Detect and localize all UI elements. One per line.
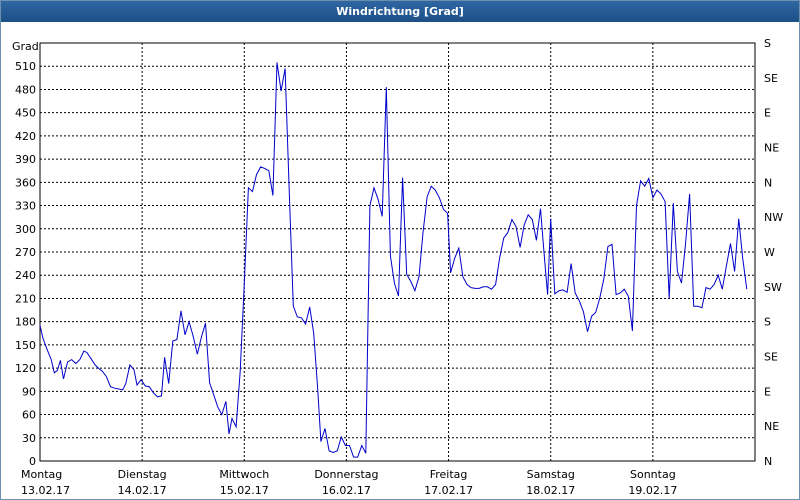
y2-axis-ticks: N NE E SE S SW W NW N NE E SE S bbox=[764, 37, 783, 468]
y-tick-label: 330 bbox=[15, 200, 36, 213]
y-tick-label: 180 bbox=[15, 316, 36, 329]
x-tick-date: 16.02.17 bbox=[322, 484, 371, 497]
y2-tick-label: SE bbox=[764, 72, 778, 85]
x-tick-day: Freitag bbox=[430, 468, 468, 481]
y2-tick-label: E bbox=[764, 107, 771, 120]
y2-tick-label: E bbox=[764, 385, 771, 398]
y-tick-label: 120 bbox=[15, 362, 36, 375]
y2-tick-label: SE bbox=[764, 351, 778, 364]
y-tick-label: 510 bbox=[15, 60, 36, 73]
y2-tick-label: SW bbox=[764, 281, 782, 294]
x-tick-date: 19.02.17 bbox=[628, 484, 677, 497]
x-tick-date: 13.02.17 bbox=[21, 484, 70, 497]
x-axis-ticks: Montag 13.02.17 Dienstag 14.02.17 Mittwoch 15… bbox=[21, 468, 677, 497]
y2-tick-label: NE bbox=[764, 142, 779, 155]
x-tick-date: 14.02.17 bbox=[118, 484, 167, 497]
x-tick-day: Dienstag bbox=[118, 468, 167, 481]
y2-tick-label: N bbox=[764, 176, 772, 189]
x-tick-day: Mittwoch bbox=[219, 468, 269, 481]
y2-tick-label: NW bbox=[764, 211, 783, 224]
y-axis-label: Grad bbox=[12, 40, 39, 53]
y-tick-label: 480 bbox=[15, 83, 36, 96]
x-tick-day: Donnerstag bbox=[314, 468, 378, 481]
y2-tick-label: NE bbox=[764, 420, 779, 433]
y2-tick-label: S bbox=[764, 37, 771, 50]
y-tick-label: 240 bbox=[15, 269, 36, 282]
x-tick-date: 17.02.17 bbox=[424, 484, 473, 497]
y-tick-label: 300 bbox=[15, 223, 36, 236]
y-tick-label: 150 bbox=[15, 339, 36, 352]
y-tick-label: 90 bbox=[22, 385, 36, 398]
x-tick-day: Montag bbox=[21, 468, 62, 481]
y-tick-label: 30 bbox=[22, 432, 36, 445]
line-chart: Grad 0 30 60 90 120 150 180 210 240 270 300 330 360 3… bbox=[12, 37, 783, 497]
x-tick-day: Samstag bbox=[527, 468, 575, 481]
y2-tick-label: W bbox=[764, 246, 775, 259]
y-tick-label: 390 bbox=[15, 153, 36, 166]
y-tick-label: 60 bbox=[22, 409, 36, 422]
y2-tick-label: S bbox=[764, 316, 771, 329]
x-tick-date: 18.02.17 bbox=[526, 484, 575, 497]
y-tick-label: 420 bbox=[15, 130, 36, 143]
y-tick-label: 210 bbox=[15, 292, 36, 305]
y-tick-label: 360 bbox=[15, 176, 36, 189]
y-axis-ticks: 0 30 60 90 120 150 180 210 240 270 300 330 360 390 420… bbox=[15, 60, 36, 468]
y2-tick-label: N bbox=[764, 455, 772, 468]
x-tick-day: Sonntag bbox=[630, 468, 676, 481]
y-tick-label: 450 bbox=[15, 107, 36, 120]
y-tick-label: 0 bbox=[29, 455, 36, 468]
x-tick-date: 15.02.17 bbox=[220, 484, 269, 497]
y-tick-label: 270 bbox=[15, 246, 36, 259]
